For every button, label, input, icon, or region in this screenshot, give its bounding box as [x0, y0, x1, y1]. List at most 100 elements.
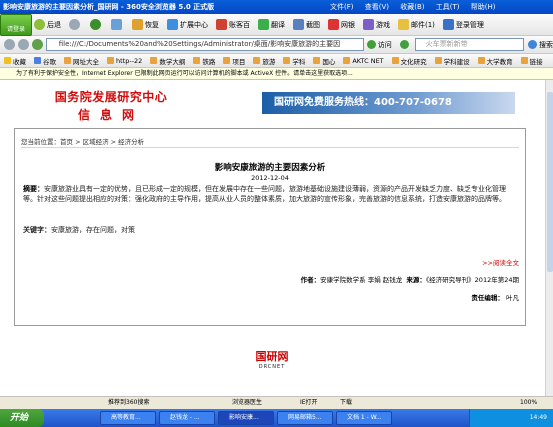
- home-icon: [111, 19, 122, 30]
- folder-icon: [283, 57, 291, 64]
- breadcrumb[interactable]: 您当前位置：首页 > 区域经济 > 经济分析: [21, 136, 144, 146]
- folder-icon: [313, 57, 321, 64]
- fav-item[interactable]: AKTC NET: [343, 57, 384, 65]
- back-button[interactable]: 后退: [34, 17, 61, 33]
- fav-item[interactable]: 谷歌: [34, 56, 56, 66]
- extensions-button[interactable]: 扩展中心: [167, 17, 208, 33]
- browser-doctor[interactable]: 浏览器医生: [232, 397, 262, 409]
- netbank-button[interactable]: 网银: [328, 17, 355, 33]
- key-icon: [442, 19, 454, 30]
- scroll-thumb[interactable]: [547, 92, 553, 272]
- taskbar-item[interactable]: 文档 1 - W...: [336, 411, 392, 425]
- go-button[interactable]: 访问: [366, 40, 392, 50]
- fav-item[interactable]: 网址大全: [64, 56, 99, 66]
- fav-item[interactable]: 学科建设: [434, 56, 470, 66]
- taskbar-item[interactable]: 高等教育...: [100, 411, 156, 425]
- security-infobar[interactable]: 为了有利于保护安全性，Internet Explorer 已限制此网页运行可以访…: [0, 68, 553, 80]
- ie-open[interactable]: IE打开: [300, 397, 318, 409]
- translate-button[interactable]: 翻译: [258, 17, 285, 33]
- taskbar-item[interactable]: 赵钱龙 - ...: [159, 411, 215, 425]
- link-icon: [520, 57, 528, 64]
- extension-icon: [167, 19, 178, 30]
- refresh-icon: [90, 19, 101, 30]
- security-icon[interactable]: [399, 40, 409, 49]
- search-recommend[interactable]: 推荐到360搜索: [108, 397, 149, 409]
- folder-icon: [193, 57, 201, 64]
- hotline-banner[interactable]: 国研网免费服务热线：400-707-0678: [262, 92, 515, 114]
- address-input[interactable]: file:///C:/Documents%20and%20Settings/Ad…: [45, 38, 364, 51]
- zoom-level[interactable]: 100%: [520, 397, 537, 409]
- fav-item[interactable]: 收藏: [4, 56, 26, 66]
- start-button[interactable]: 开始: [0, 409, 44, 427]
- taskbar-item-active[interactable]: 影响安康...: [218, 411, 274, 425]
- fav-item[interactable]: 学科: [283, 56, 305, 66]
- page-content: 国务院发展研究中心 信息网 国研网免费服务热线：400-707-0678 您当前…: [0, 80, 545, 396]
- menu-favorites[interactable]: 收藏(B): [400, 3, 424, 11]
- games-button[interactable]: 游戏: [363, 17, 390, 33]
- folder-icon: [391, 57, 399, 64]
- folder-icon: [150, 57, 158, 64]
- fav-item[interactable]: 旅游: [253, 56, 275, 66]
- bank-icon: [328, 19, 339, 30]
- folder-icon: [343, 57, 351, 64]
- article-keywords: 关键字：安康旅游，存在问题，对策: [23, 226, 135, 234]
- restore-button[interactable]: 恢复: [132, 17, 159, 33]
- forward-arrow-icon: [69, 19, 80, 30]
- scissors-icon: [293, 19, 304, 30]
- forward-button[interactable]: [69, 17, 82, 33]
- article-date: 2012-12-04: [251, 174, 289, 182]
- search-input[interactable]: 火车票新新带: [414, 38, 524, 51]
- nav-forward-icon[interactable]: [17, 39, 29, 50]
- google-icon: [34, 57, 41, 64]
- window-title-bar: 影响安康旅游的主要因素分析_国研网 - 360安全浏览器 5.0 正式版 文件(…: [0, 0, 553, 14]
- fav-item[interactable]: 大学教育: [477, 56, 513, 66]
- home-button[interactable]: [111, 17, 124, 33]
- status-bar: 推荐到360搜索 浏览器医生 IE打开 下载 100%: [0, 396, 553, 409]
- taskbar: 开始 高等教育... 赵钱龙 - ... 影响安康... 网易邮箱5... 文档…: [0, 409, 553, 427]
- menu-tools[interactable]: 工具(T): [436, 3, 460, 11]
- clock[interactable]: 14:49: [530, 414, 547, 421]
- article-title: 影响安康旅游的主要因素分析: [214, 163, 326, 173]
- phishing-button[interactable]: 账客百: [216, 17, 250, 33]
- window-title: 影响安康旅游的主要因素分析_国研网 - 360安全浏览器 5.0 正式版: [3, 3, 215, 11]
- back-arrow-icon: [34, 19, 45, 30]
- login-badge[interactable]: 请登录: [0, 14, 32, 36]
- address-toolbar: file:///C:/Documents%20and%20Settings/Ad…: [0, 36, 553, 54]
- download-button[interactable]: 下载: [340, 397, 352, 409]
- read-more-link[interactable]: >>阅读全文: [482, 257, 519, 267]
- fav-item[interactable]: 文化研究: [391, 56, 427, 66]
- article-abstract: 摘要：安康旅游业具有一定的优势，且已形成一定的规模，但在发展中存在一些问题，旅游…: [23, 185, 506, 203]
- system-tray: 14:49: [469, 409, 553, 427]
- folder-icon: [477, 57, 485, 64]
- mail-button[interactable]: 邮件(1): [398, 17, 435, 33]
- login-admin-button[interactable]: 登录管理: [442, 17, 484, 33]
- menu-view[interactable]: 查看(V): [365, 3, 389, 11]
- refresh-button[interactable]: [90, 17, 103, 33]
- fav-item[interactable]: http--22: [107, 57, 142, 65]
- fav-item[interactable]: 数学大纲: [150, 56, 185, 66]
- fav-item[interactable]: 项目: [223, 56, 245, 66]
- game-icon: [363, 19, 374, 30]
- editor-line: 责任编辑： 叶凡: [471, 294, 519, 302]
- fav-item[interactable]: 铁路: [193, 56, 215, 66]
- fav-item[interactable]: 链接: [520, 56, 543, 66]
- folder-icon: [223, 57, 231, 64]
- fav-item[interactable]: 国心: [313, 56, 335, 66]
- menu-file[interactable]: 文件(F): [330, 3, 354, 11]
- nav-reload-icon[interactable]: [31, 39, 43, 50]
- vertical-scrollbar[interactable]: [545, 80, 553, 396]
- mail-icon: [398, 19, 409, 30]
- menu-help[interactable]: 帮助(H): [471, 3, 496, 11]
- screenshot-button[interactable]: 截图: [293, 17, 320, 33]
- folder-icon: [253, 57, 261, 64]
- nav-back-icon[interactable]: [4, 39, 15, 50]
- go-arrow-icon: [366, 40, 376, 49]
- site-logo[interactable]: 国务院发展研究中心 信息网: [36, 88, 186, 122]
- page-icon: [107, 57, 114, 64]
- search-button[interactable]: 搜索: [527, 40, 553, 50]
- divider: [21, 147, 519, 148]
- author-line: 作者：安康学院数学系 李娟 赵钱龙 来源：《经济研究导刊》2012年第24期: [300, 276, 519, 284]
- footer-logo[interactable]: 国研网 DRCNET: [240, 348, 304, 374]
- taskbar-item[interactable]: 网易邮箱5...: [277, 411, 333, 425]
- search-icon: [527, 40, 537, 49]
